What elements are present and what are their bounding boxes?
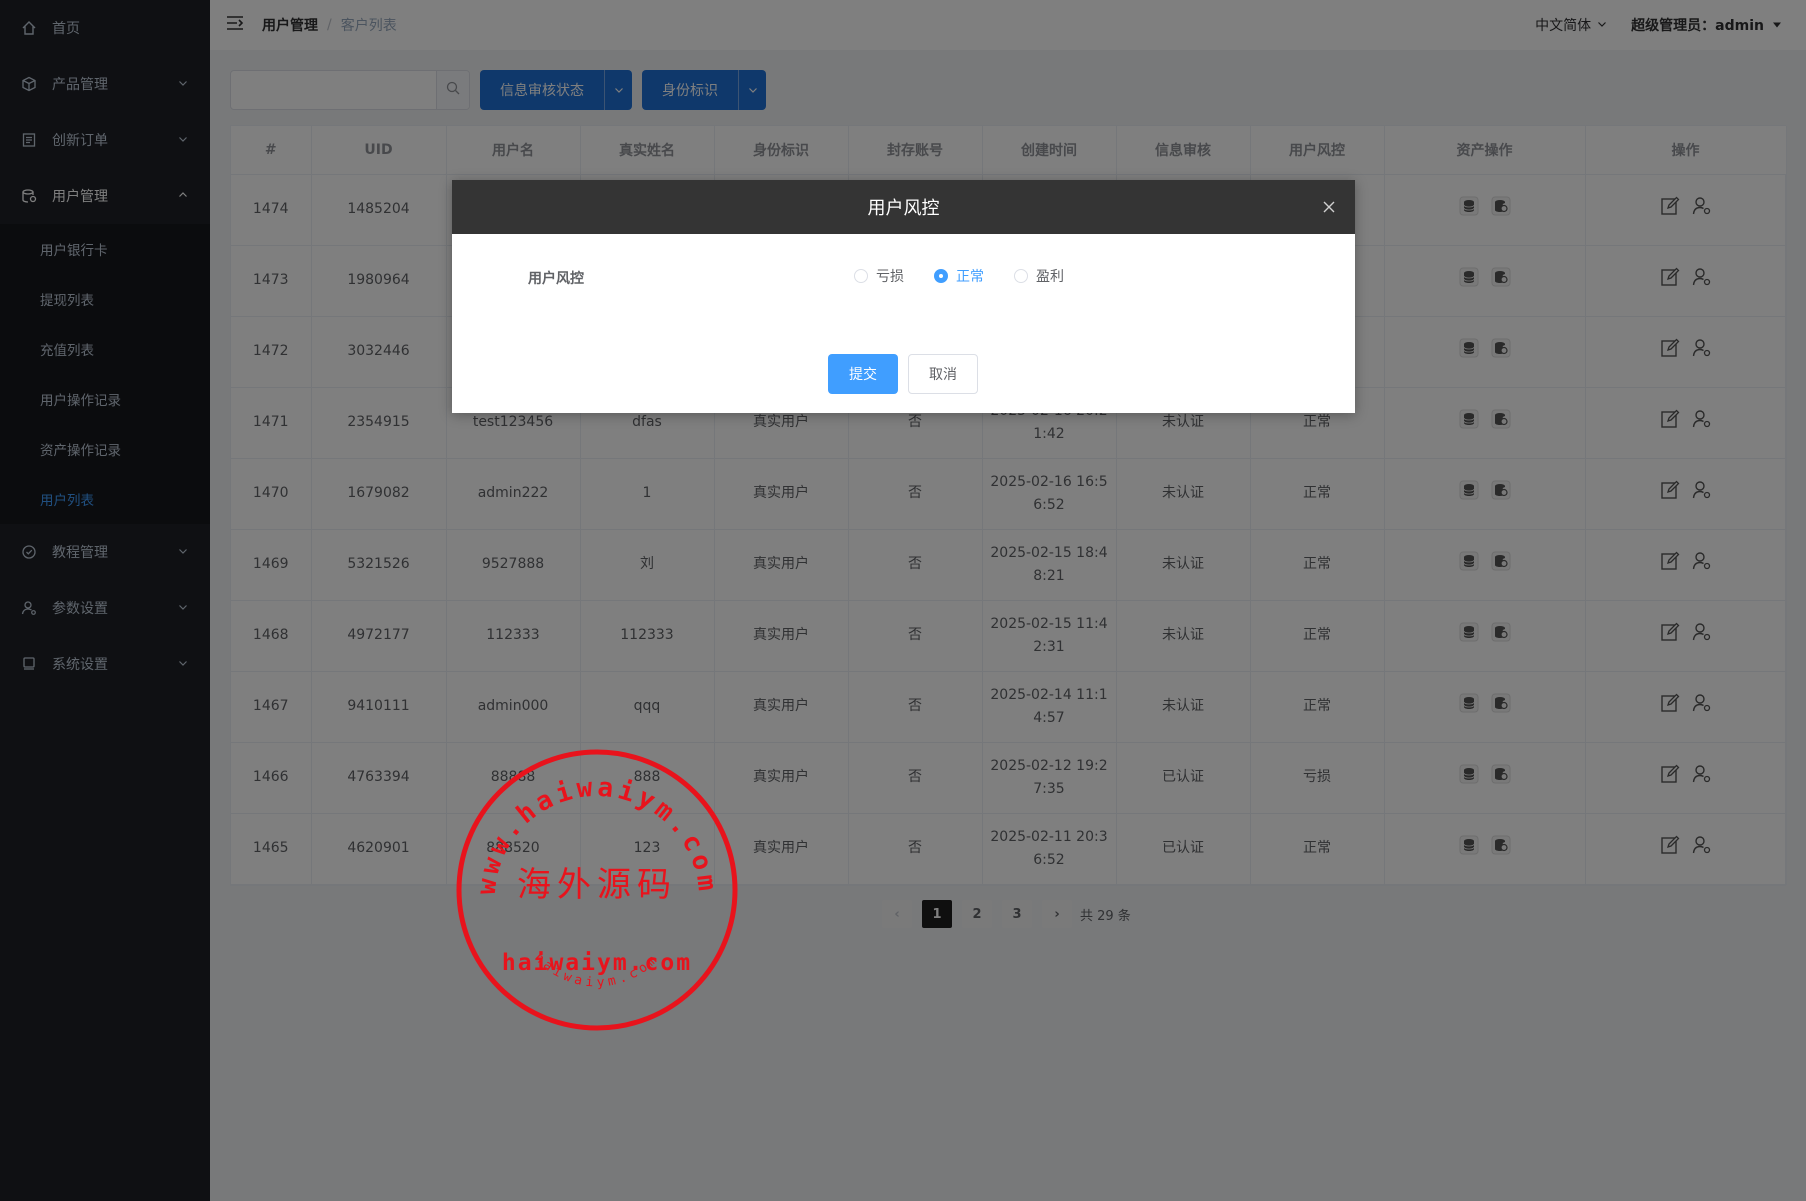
risk-control-label: 用户风控 xyxy=(528,271,584,287)
radio-normal[interactable]: 正常 xyxy=(934,266,984,286)
dialog-title: 用户风控 xyxy=(867,198,940,219)
radio-label: 亏损 xyxy=(876,269,904,285)
stamp-center-english: haiwaiym.com xyxy=(502,950,692,976)
submit-button[interactable]: 提交 xyxy=(828,354,898,394)
radio-loss[interactable]: 亏损 xyxy=(854,266,904,286)
radio-label: 盈利 xyxy=(1036,269,1064,285)
dialog-header: 用户风控 xyxy=(452,180,1355,234)
risk-control-dialog: 用户风控 用户风控 亏损 正常 盈利 提交 取消 xyxy=(452,180,1355,413)
dialog-body: 用户风控 亏损 正常 盈利 提交 取消 xyxy=(452,234,1355,413)
cancel-button[interactable]: 取消 xyxy=(908,354,978,394)
dialog-buttons: 提交 取消 xyxy=(828,354,978,394)
radio-circle xyxy=(854,269,868,283)
stamp-center-chinese: 海外源码 xyxy=(517,865,677,905)
close-icon[interactable] xyxy=(1319,197,1339,217)
radio-circle xyxy=(934,269,948,283)
risk-control-radio-group: 亏损 正常 盈利 xyxy=(854,266,1064,286)
radio-profit[interactable]: 盈利 xyxy=(1014,266,1064,286)
radio-label: 正常 xyxy=(956,269,984,285)
radio-circle xyxy=(1014,269,1028,283)
watermark-stamp: www.haiwaiym.com 海外源码 haiwaiym.com haiwa… xyxy=(456,749,738,1031)
